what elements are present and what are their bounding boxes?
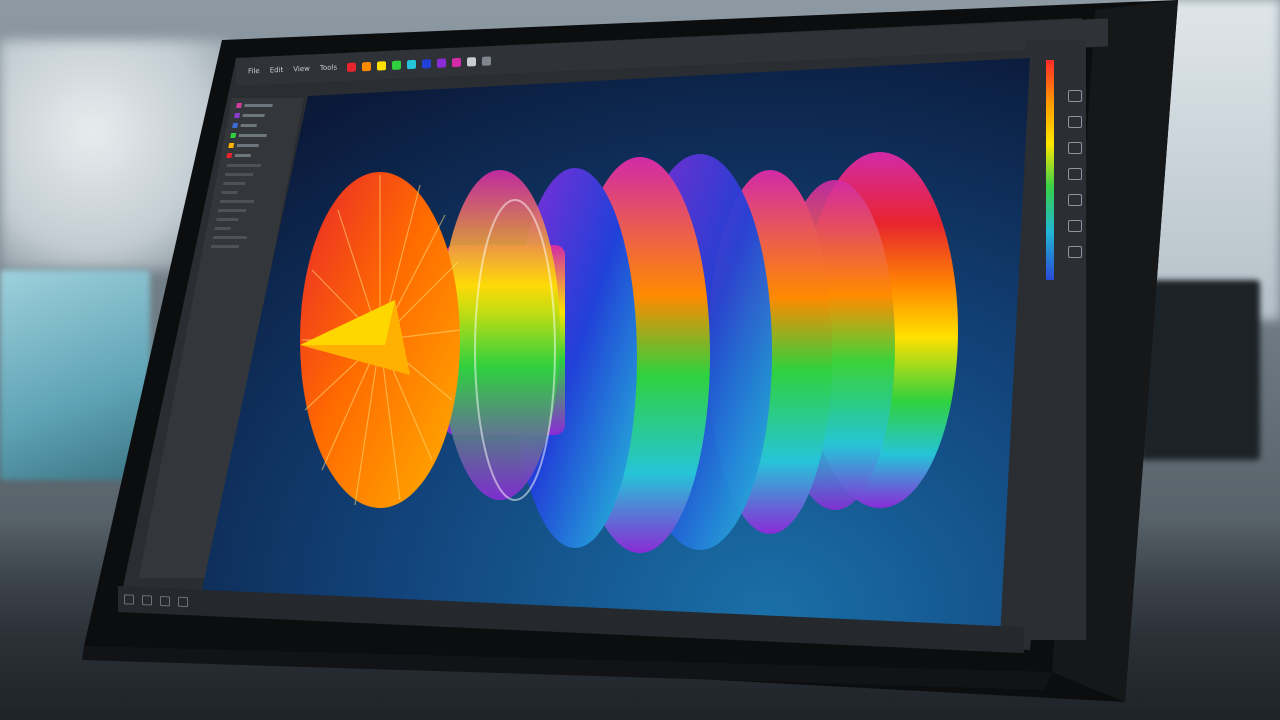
fit-icon[interactable] bbox=[142, 595, 152, 606]
panel-text-line bbox=[242, 114, 265, 117]
vector-icon[interactable] bbox=[437, 57, 447, 68]
light-icon[interactable] bbox=[1068, 142, 1082, 154]
panel-text-line bbox=[240, 124, 257, 127]
pan-icon[interactable] bbox=[377, 60, 387, 71]
select-icon[interactable] bbox=[347, 62, 357, 72]
panel-text-line bbox=[236, 144, 260, 147]
panel-text-line bbox=[212, 236, 248, 239]
camera-icon[interactable] bbox=[1068, 168, 1082, 180]
monitor: File Edit View Tools bbox=[0, 0, 1280, 720]
zoom-icon[interactable] bbox=[392, 60, 402, 70]
color-swatch bbox=[226, 153, 233, 158]
panel-text-line bbox=[216, 218, 239, 221]
panel-row[interactable] bbox=[228, 143, 289, 148]
menu-item[interactable]: File bbox=[248, 67, 260, 76]
probe-icon[interactable] bbox=[452, 57, 462, 67]
panel-text-line bbox=[221, 191, 238, 194]
menu-item[interactable]: Edit bbox=[270, 66, 284, 75]
panel-row[interactable] bbox=[230, 133, 291, 138]
solid-icon[interactable] bbox=[178, 596, 188, 608]
panel-row[interactable] bbox=[226, 153, 287, 158]
view-icon[interactable] bbox=[1068, 90, 1082, 102]
color-swatch bbox=[236, 103, 243, 108]
export-icon[interactable] bbox=[1068, 246, 1082, 258]
panel-text-line bbox=[226, 164, 262, 167]
panel-text-line bbox=[217, 209, 247, 212]
grid-icon[interactable] bbox=[1068, 194, 1082, 206]
menu-item[interactable]: Tools bbox=[320, 63, 337, 72]
color-swatch bbox=[228, 143, 235, 148]
side-toolbar bbox=[1026, 40, 1086, 640]
menu-item[interactable]: View bbox=[293, 65, 310, 74]
panel-text-line bbox=[244, 104, 273, 107]
panel-text-line bbox=[223, 182, 246, 185]
panel-text-line bbox=[210, 245, 240, 248]
panel-text-line bbox=[219, 200, 255, 203]
clip-icon[interactable] bbox=[467, 56, 477, 67]
rotate-icon[interactable] bbox=[362, 61, 372, 71]
axis-icon[interactable] bbox=[1068, 220, 1082, 232]
color-swatch bbox=[234, 113, 241, 118]
color-swatch bbox=[232, 123, 239, 128]
panel-row[interactable] bbox=[234, 113, 295, 118]
panel-text-line bbox=[234, 154, 252, 157]
wire-icon[interactable] bbox=[160, 595, 170, 607]
panel-text-line bbox=[224, 173, 254, 176]
iso-icon[interactable] bbox=[482, 55, 492, 66]
panel-text-line bbox=[238, 134, 268, 137]
mesh-icon[interactable] bbox=[407, 59, 417, 69]
panel-text-line bbox=[214, 227, 231, 230]
panel-row[interactable] bbox=[232, 123, 293, 128]
color-swatch bbox=[230, 133, 237, 138]
home-icon[interactable] bbox=[124, 594, 134, 605]
contour-icon[interactable] bbox=[422, 58, 432, 69]
layers-icon[interactable] bbox=[1068, 116, 1082, 128]
panel-row[interactable] bbox=[236, 103, 297, 108]
color-legend-bar bbox=[1046, 60, 1054, 280]
